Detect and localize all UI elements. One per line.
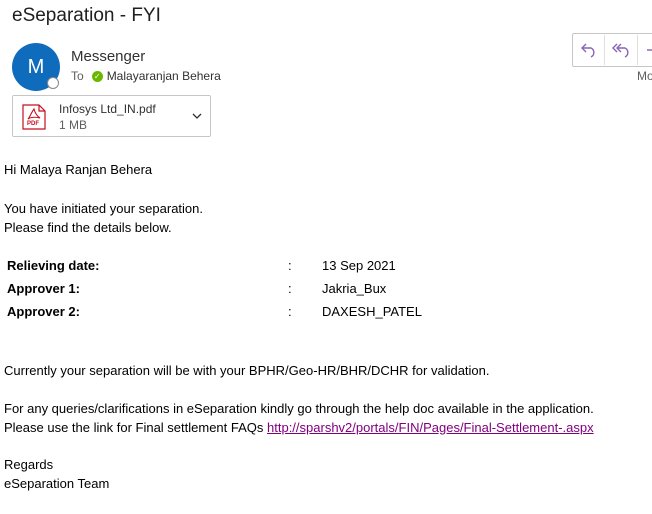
faq-link[interactable]: http://sparshv2/portals/FIN/Pages/Final-… <box>267 420 594 435</box>
avatar-initial: M <box>27 55 45 78</box>
recipient-name[interactable]: Malayaranjan Behera <box>107 69 221 83</box>
detail-colon: : <box>288 281 292 296</box>
faq-line: Please use the link for Final settlement… <box>4 420 594 435</box>
recipient-row: To ✓ Malayaranjan Behera <box>71 69 221 83</box>
presence-status-icon <box>47 77 59 89</box>
reply-icon <box>580 43 595 58</box>
to-label: To <box>71 69 84 83</box>
queries-line: For any queries/clarifications in eSepar… <box>4 401 594 416</box>
regards: Regards <box>4 457 54 472</box>
reply-all-icon <box>611 43 629 58</box>
chevron-down-icon[interactable] <box>191 110 203 122</box>
validation-note: Currently your separation will be with y… <box>4 363 490 378</box>
reply-button[interactable] <box>573 35 604 65</box>
attachment-name: Infosys Ltd_IN.pdf <box>59 102 156 116</box>
available-status-icon: ✓ <box>91 70 103 82</box>
greeting: Hi Malaya Ranjan Behera <box>4 162 153 177</box>
pdf-badge: PDF <box>27 121 39 127</box>
approver-1-value: Jakria_Bux <box>322 281 387 296</box>
detail-colon: : <box>288 304 292 319</box>
intro-line-1: You have initiated your separation. <box>4 201 203 216</box>
attachment-size: 1 MB <box>59 118 88 132</box>
signature: eSeparation Team <box>4 476 110 491</box>
attachment-card[interactable]: PDF Infosys Ltd_IN.pdf 1 MB <box>12 95 211 137</box>
relieving-date-value: 13 Sep 2021 <box>322 258 396 273</box>
faq-prefix: Please use the link for Final settlement… <box>4 420 268 435</box>
intro-line-2: Please find the details below. <box>4 220 172 235</box>
approver-2-label: Approver 2: <box>7 304 80 319</box>
forward-button[interactable] <box>636 35 652 65</box>
forward-icon <box>647 49 652 51</box>
relieving-date-label: Relieving date: <box>7 258 100 273</box>
email-subject: eSeparation - FYI <box>12 5 161 26</box>
approver-1-label: Approver 1: <box>7 281 80 296</box>
detail-colon: : <box>288 258 292 273</box>
message-actions-toolbar <box>572 33 652 67</box>
approver-2-value: DAXESH_PATEL <box>322 304 422 319</box>
sender-name[interactable]: Messenger <box>71 48 145 65</box>
reply-all-button[interactable] <box>604 35 636 65</box>
header-overflow-text: Mo <box>637 69 652 83</box>
